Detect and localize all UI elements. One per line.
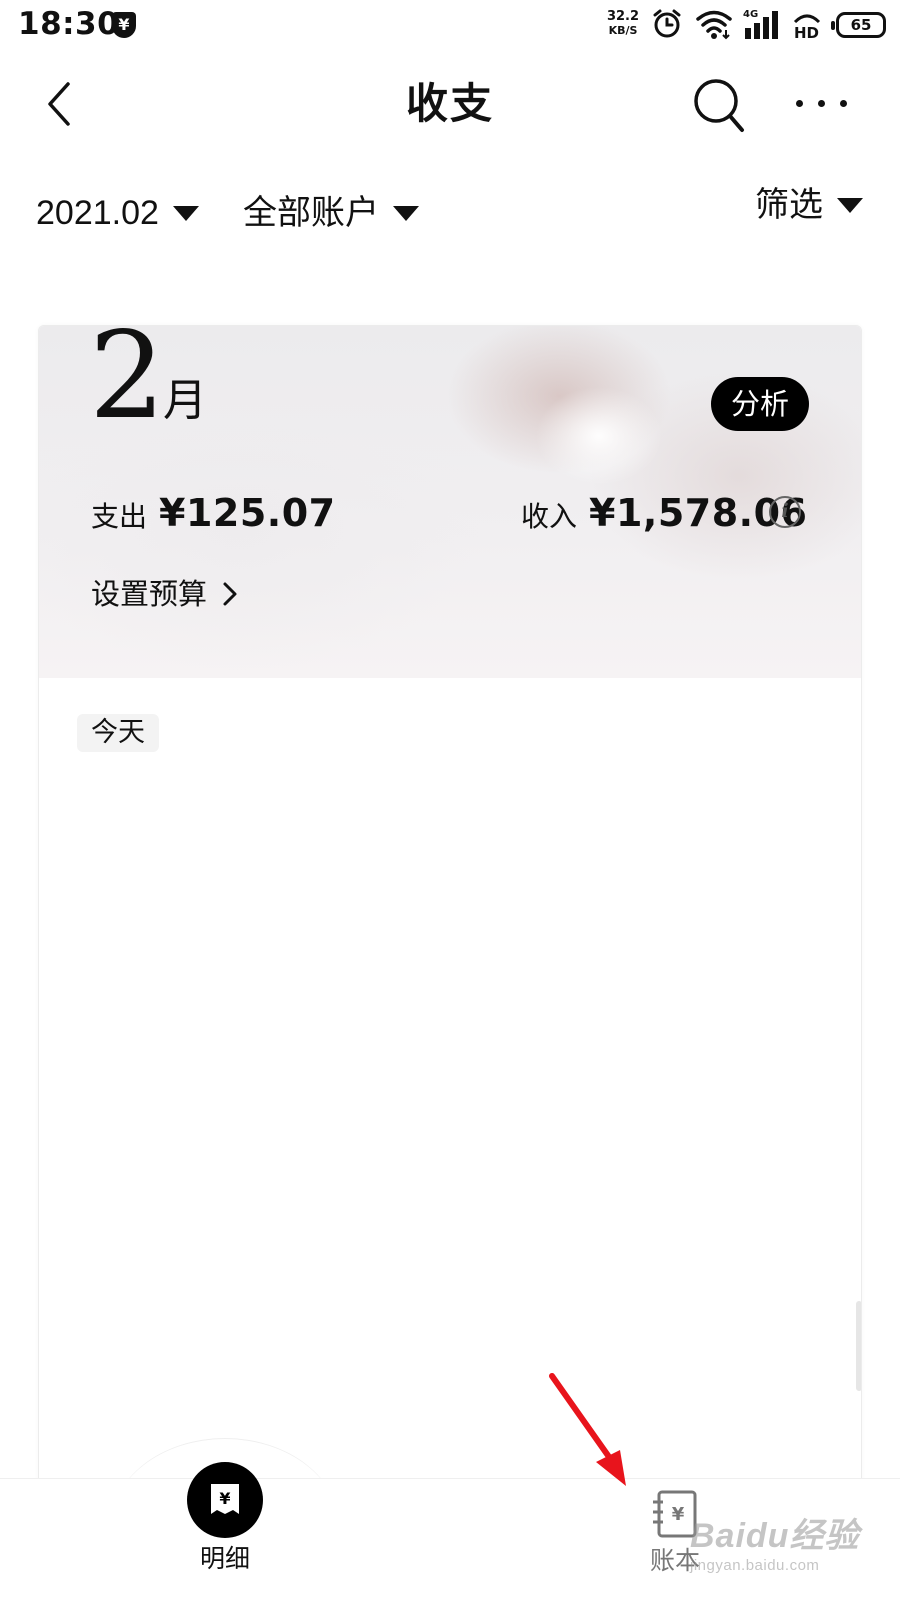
expense-summary: 支出 ¥125.07 — [91, 491, 336, 535]
watermark-main: Baidu经验 — [690, 1517, 860, 1555]
signal-icon: 4G — [743, 9, 778, 39]
search-icon — [694, 79, 744, 132]
set-budget-link[interactable]: 设置预算 — [91, 574, 245, 614]
card-hero-background: 2 月 分析 支出 ¥125.07 收入 ¥1,578.06 i 设置预算 — [39, 325, 861, 678]
svg-text:¥: ¥ — [219, 1489, 230, 1508]
more-button[interactable] — [796, 92, 856, 116]
shield-yen-icon: ¥ — [112, 12, 136, 38]
tab-detail-icon-circle: ¥ — [187, 1462, 263, 1538]
date-filter-dropdown[interactable]: 2021.02 — [36, 188, 199, 238]
tab-detail-label: 明细 — [199, 1544, 250, 1573]
signal-type-label: 4G — [743, 9, 758, 20]
hd-label: HD — [794, 24, 819, 40]
analysis-button[interactable]: 分析 — [711, 377, 809, 431]
watermark-sub: jingyan.baidu.com — [690, 1557, 820, 1574]
wifi-icon — [696, 10, 732, 40]
network-speed: 32.2 KB/S — [603, 10, 643, 38]
date-filter-label: 2021.02 — [36, 194, 159, 232]
status-time: 18:30 — [18, 6, 120, 42]
net-speed-unit: KB/S — [608, 24, 638, 37]
annotation-arrow-icon — [549, 1373, 626, 1486]
account-filter-dropdown[interactable]: 全部账户 — [243, 188, 419, 238]
filter-label: 筛选 — [755, 185, 823, 225]
battery-level: 65 — [850, 16, 872, 34]
search-button[interactable] — [692, 76, 746, 134]
status-bar: 18:30 ¥ 32.2 KB/S 4G HD 65 — [0, 0, 900, 52]
alarm-icon — [653, 9, 681, 38]
receipt-yen-icon: ¥ — [211, 1484, 239, 1514]
info-icon[interactable]: i — [769, 496, 801, 528]
expense-value: ¥125.07 — [159, 491, 336, 535]
filter-dropdown[interactable]: 筛选 — [755, 180, 863, 230]
page-title: 收支 — [405, 79, 494, 128]
date-group-tag-today: 今天 — [77, 714, 159, 752]
caret-down-icon — [172, 205, 199, 221]
month-number: 2 — [89, 325, 166, 446]
net-speed-value: 32.2 — [606, 9, 640, 24]
chevron-right-icon — [223, 582, 237, 606]
income-summary: 收入 ¥1,578.06 — [521, 491, 807, 535]
hd-icon: HD — [793, 14, 821, 40]
battery-icon: 65 — [831, 12, 886, 38]
watermark: Baidu经验 jingyan.baidu.com — [690, 1508, 859, 1574]
scrollbar-thumb[interactable] — [856, 1301, 861, 1391]
tab-detail[interactable]: ¥ 明细 — [170, 1462, 280, 1574]
caret-down-icon — [837, 197, 863, 213]
expense-label: 支出 — [91, 500, 148, 533]
account-filter-label: 全部账户 — [243, 193, 379, 233]
set-budget-label: 设置预算 — [91, 577, 208, 611]
svg-text:¥: ¥ — [672, 1504, 685, 1525]
month-unit: 月 — [163, 375, 207, 426]
monthly-summary-card: 2 月 分析 支出 ¥125.07 收入 ¥1,578.06 i 设置预算 今天 — [38, 325, 862, 1485]
caret-down-icon — [393, 205, 419, 221]
more-dots-icon — [796, 100, 803, 107]
income-label: 收入 — [521, 500, 578, 533]
